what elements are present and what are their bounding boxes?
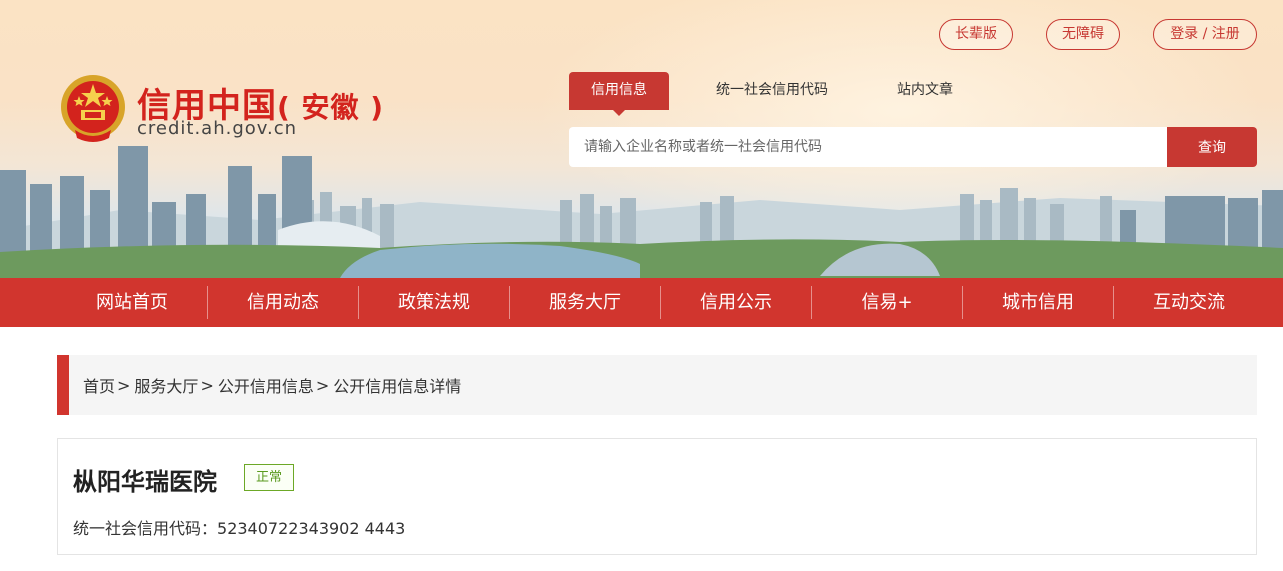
breadcrumb-public-credit-info[interactable]: 公开信用信息 xyxy=(218,373,314,397)
elder-mode-button[interactable]: 长辈版 xyxy=(939,19,1013,50)
breadcrumb-separator: > xyxy=(117,375,131,395)
search-box: 查询 xyxy=(569,127,1257,167)
nav-item-interaction[interactable]: 互动交流 xyxy=(1114,278,1264,327)
breadcrumb: 首页 > 服务大厅 > 公开信用信息 > 公开信用信息详情 xyxy=(57,355,1257,415)
breadcrumb-separator: > xyxy=(200,375,214,395)
top-links: 长辈版 无障碍 登录 / 注册 xyxy=(939,19,1257,50)
site-domain: credit.ah.gov.cn xyxy=(137,118,298,139)
search-input[interactable] xyxy=(569,127,1167,167)
breadcrumb-service-hall[interactable]: 服务大厅 xyxy=(134,373,198,397)
credit-code-value: 52340722343902 4443 xyxy=(217,519,406,538)
breadcrumb-separator: > xyxy=(315,375,330,395)
nav-item-xinyi[interactable]: 信易+ xyxy=(812,278,962,327)
login-register-button[interactable]: 登录 / 注册 xyxy=(1153,19,1257,50)
main-nav: 网站首页 信用动态 政策法规 服务大厅 信用公示 信易+ 城市信用 互动交流 xyxy=(0,278,1283,327)
accessibility-button[interactable]: 无障碍 xyxy=(1046,19,1120,50)
status-badge: 正常 xyxy=(244,464,294,491)
nav-item-policy[interactable]: 政策法规 xyxy=(359,278,509,327)
org-detail-card: 枞阳华瑞医院 正常 统一社会信用代码：52340722343902 4443 xyxy=(57,438,1257,555)
search-button[interactable]: 查询 xyxy=(1167,127,1257,167)
nav-item-news[interactable]: 信用动态 xyxy=(208,278,358,327)
tab-unified-code[interactable]: 统一社会信用代码 xyxy=(694,72,850,110)
credit-code-line: 统一社会信用代码：52340722343902 4443 xyxy=(73,515,405,539)
nav-item-city-credit[interactable]: 城市信用 xyxy=(963,278,1113,327)
breadcrumb-current: 公开信用信息详情 xyxy=(333,377,462,396)
national-emblem-icon[interactable] xyxy=(57,72,129,146)
credit-code-label: 统一社会信用代码： xyxy=(73,519,218,538)
breadcrumb-home[interactable]: 首页 xyxy=(83,373,115,397)
nav-item-publicity[interactable]: 信用公示 xyxy=(661,278,811,327)
nav-item-home[interactable]: 网站首页 xyxy=(57,278,207,327)
header-banner: 长辈版 无障碍 登录 / 注册 信用中国( 安徽 ) credit.ah.gov… xyxy=(0,0,1283,278)
tab-site-articles[interactable]: 站内文章 xyxy=(875,72,975,110)
tab-credit-info[interactable]: 信用信息 xyxy=(569,72,669,116)
nav-item-service-hall[interactable]: 服务大厅 xyxy=(510,278,660,327)
search-tabs: 信用信息 统一社会信用代码 站内文章 xyxy=(569,72,975,116)
org-name: 枞阳华瑞医院 xyxy=(73,468,217,496)
